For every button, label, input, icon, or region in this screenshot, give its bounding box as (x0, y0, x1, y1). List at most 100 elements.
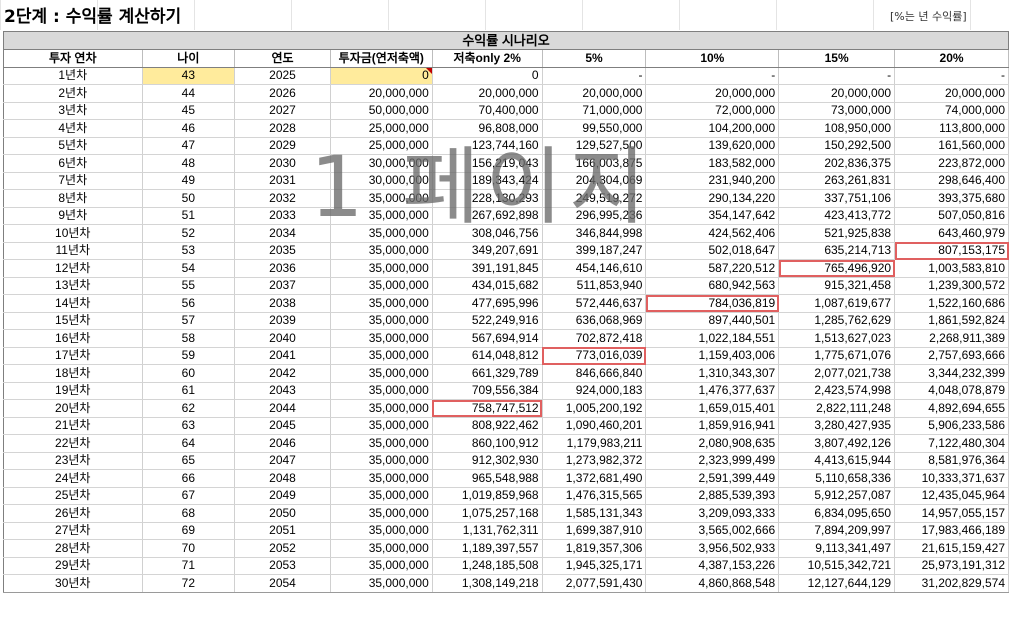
cell-rate-5[interactable]: 1,005,200,192 (542, 399, 647, 418)
cell-age[interactable]: 44 (142, 84, 236, 103)
cell-rate-5[interactable]: 71,000,000 (542, 102, 647, 120)
cell-rate-20[interactable]: 2,757,693,666 (894, 347, 1009, 365)
cell-age[interactable]: 60 (142, 364, 236, 383)
cell-investment-year[interactable]: 20년차 (3, 399, 143, 418)
header-rate-20[interactable]: 20% (894, 49, 1009, 68)
cell-age[interactable]: 62 (142, 399, 236, 418)
cell-rate-5[interactable]: 166,003,875 (542, 154, 647, 173)
cell-savings-2[interactable]: 661,329,789 (432, 364, 543, 383)
cell-rate-10[interactable]: 1,659,015,401 (645, 399, 780, 418)
cell-rate-10[interactable]: 587,220,512 (645, 259, 780, 278)
cell-year[interactable]: 2037 (234, 277, 331, 295)
cell-rate-15[interactable]: 108,950,000 (778, 119, 896, 138)
cell-rate-15[interactable]: 1,513,627,023 (778, 329, 896, 348)
cell-rate-10[interactable]: 290,134,220 (645, 189, 780, 208)
cell-investment-amount[interactable]: 25,000,000 (330, 119, 433, 138)
cell-age[interactable]: 50 (142, 189, 236, 208)
cell-rate-20[interactable]: 1,861,592,824 (894, 312, 1009, 330)
cell-year[interactable]: 2050 (234, 504, 331, 523)
cell-rate-15[interactable]: 5,912,257,087 (778, 487, 896, 505)
cell-rate-10[interactable]: 502,018,647 (645, 242, 780, 260)
cell-rate-10[interactable]: 72,000,000 (645, 102, 780, 120)
cell-investment-year[interactable]: 12년차 (3, 259, 143, 278)
cell-rate-20[interactable]: 3,344,232,399 (894, 364, 1009, 383)
cell-rate-20[interactable]: 14,957,055,157 (894, 504, 1009, 523)
cell-rate-20[interactable]: 20,000,000 (894, 84, 1009, 103)
cell-investment-amount[interactable]: 35,000,000 (330, 434, 433, 453)
cell-rate-5[interactable]: 20,000,000 (542, 84, 647, 103)
cell-savings-2[interactable]: 1,075,257,168 (432, 504, 543, 523)
cell-rate-15[interactable]: 3,280,427,935 (778, 417, 896, 435)
cell-age[interactable]: 65 (142, 452, 236, 470)
cell-rate-15[interactable]: 337,751,106 (778, 189, 896, 208)
cell-rate-10[interactable]: 1,859,916,941 (645, 417, 780, 435)
cell-rate-20[interactable]: 1,239,300,572 (894, 277, 1009, 295)
cell-year[interactable]: 2028 (234, 119, 331, 138)
cell-year[interactable]: 2040 (234, 329, 331, 348)
cell-investment-amount[interactable]: 20,000,000 (330, 84, 433, 103)
cell-savings-2[interactable]: 709,556,384 (432, 382, 543, 400)
cell-rate-15[interactable]: 4,413,615,944 (778, 452, 896, 470)
cell-investment-year[interactable]: 7년차 (3, 172, 143, 190)
cell-age[interactable]: 49 (142, 172, 236, 190)
cell-age[interactable]: 57 (142, 312, 236, 330)
cell-rate-10[interactable]: 424,562,406 (645, 224, 780, 243)
cell-rate-20[interactable]: 5,906,233,586 (894, 417, 1009, 435)
cell-rate-10[interactable]: 104,200,000 (645, 119, 780, 138)
cell-rate-20[interactable]: 17,983,466,189 (894, 522, 1009, 540)
cell-rate-15[interactable]: - (778, 67, 896, 85)
cell-rate-5[interactable]: 1,273,982,372 (542, 452, 647, 470)
cell-investment-year[interactable]: 8년차 (3, 189, 143, 208)
cell-year[interactable]: 2054 (234, 574, 331, 593)
cell-rate-15[interactable]: 150,292,500 (778, 137, 896, 155)
cell-age[interactable]: 67 (142, 487, 236, 505)
cell-rate-15[interactable]: 5,110,658,336 (778, 469, 896, 488)
cell-rate-15[interactable]: 202,836,375 (778, 154, 896, 173)
cell-investment-year[interactable]: 1년차 (3, 67, 143, 85)
cell-year[interactable]: 2033 (234, 207, 331, 225)
cell-year[interactable]: 2025 (234, 67, 331, 85)
cell-savings-2[interactable]: 96,808,000 (432, 119, 543, 138)
cell-rate-10[interactable]: 2,591,399,449 (645, 469, 780, 488)
cell-investment-amount[interactable]: 35,000,000 (330, 329, 433, 348)
cell-age[interactable]: 48 (142, 154, 236, 173)
cell-rate-10[interactable]: 2,080,908,635 (645, 434, 780, 453)
cell-rate-15[interactable]: 12,127,644,129 (778, 574, 896, 593)
header-investment-amount[interactable]: 투자금(연저축액) (330, 49, 433, 68)
cell-rate-5[interactable]: 511,853,940 (542, 277, 647, 295)
cell-investment-year[interactable]: 23년차 (3, 452, 143, 470)
cell-savings-2[interactable]: 308,046,756 (432, 224, 543, 243)
cell-rate-15[interactable]: 915,321,458 (778, 277, 896, 295)
cell-rate-5[interactable]: 1,699,387,910 (542, 522, 647, 540)
header-savings-2[interactable]: 저축only 2% (432, 49, 543, 68)
cell-investment-year[interactable]: 4년차 (3, 119, 143, 138)
cell-rate-20[interactable]: 2,268,911,389 (894, 329, 1009, 348)
cell-rate-20[interactable]: 1,003,583,810 (894, 259, 1009, 278)
cell-age[interactable]: 45 (142, 102, 236, 120)
header-investment-year[interactable]: 투자 연차 (3, 49, 143, 68)
cell-age[interactable]: 69 (142, 522, 236, 540)
cell-savings-2[interactable]: 189,343,424 (432, 172, 543, 190)
cell-rate-5[interactable]: 773,016,039 (542, 347, 647, 365)
cell-investment-year[interactable]: 9년차 (3, 207, 143, 225)
cell-age[interactable]: 66 (142, 469, 236, 488)
cell-age[interactable]: 68 (142, 504, 236, 523)
cell-age[interactable]: 47 (142, 137, 236, 155)
cell-year[interactable]: 2044 (234, 399, 331, 418)
cell-investment-amount[interactable]: 35,000,000 (330, 522, 433, 540)
cell-savings-2[interactable]: 477,695,996 (432, 294, 543, 313)
cell-rate-15[interactable]: 2,077,021,738 (778, 364, 896, 383)
cell-investment-amount[interactable]: 50,000,000 (330, 102, 433, 120)
cell-investment-amount[interactable]: 35,000,000 (330, 469, 433, 488)
cell-rate-15[interactable]: 2,423,574,998 (778, 382, 896, 400)
cell-rate-20[interactable]: 74,000,000 (894, 102, 1009, 120)
cell-rate-20[interactable]: 393,375,680 (894, 189, 1009, 208)
cell-rate-20[interactable]: 12,435,045,964 (894, 487, 1009, 505)
cell-investment-year[interactable]: 3년차 (3, 102, 143, 120)
cell-investment-amount[interactable]: 30,000,000 (330, 154, 433, 173)
cell-rate-15[interactable]: 263,261,831 (778, 172, 896, 190)
cell-savings-2[interactable]: 860,100,912 (432, 434, 543, 453)
cell-rate-20[interactable]: - (894, 67, 1009, 85)
cell-rate-15[interactable]: 521,925,838 (778, 224, 896, 243)
cell-rate-20[interactable]: 4,892,694,655 (894, 399, 1009, 418)
